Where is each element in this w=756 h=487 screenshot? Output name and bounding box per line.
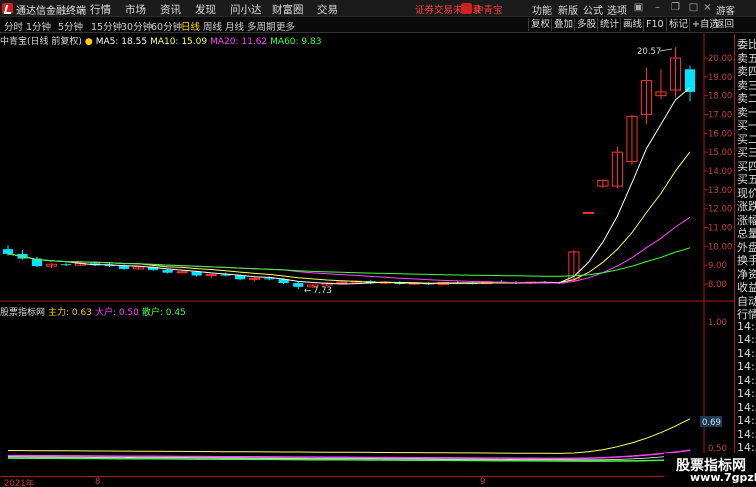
date-year-label: 2021年 — [4, 479, 35, 487]
indicator-info-line: 股票指标网 主力: 0.63 大户: 0.50 散户: 0.45 — [0, 305, 189, 318]
candle-body — [60, 264, 72, 266]
candle-body — [336, 281, 348, 284]
side-panel-item: 14:5 — [737, 346, 756, 360]
candle-body — [2, 249, 14, 254]
indicator-current-value: 0.69 — [702, 418, 721, 428]
high-arrow-icon — [659, 48, 673, 52]
price-tick-label: 18.00 — [708, 92, 732, 102]
ma60-line — [7, 247, 691, 277]
price-tick-label: 9.00 — [708, 261, 727, 271]
candle-body — [249, 277, 261, 280]
price-tick-label: 8.00 — [708, 280, 727, 290]
indicator-title: 股票指标网 — [0, 308, 46, 318]
price-tick-label: 15.00 — [708, 148, 732, 158]
candle-body — [176, 271, 188, 274]
candle-body — [264, 278, 275, 280]
price-tick-label: 17.00 — [708, 111, 732, 121]
candle-body — [119, 266, 130, 269]
date-month-9: 9 — [480, 477, 486, 487]
candle-body — [582, 211, 595, 214]
candle-body — [205, 274, 217, 277]
side-panel-item: 14:5 — [737, 373, 756, 387]
price-tick-label: 12.00 — [708, 205, 732, 215]
watermark-url: www.7gpzb.com — [690, 471, 756, 484]
main-force-line — [7, 418, 691, 454]
main-force-label: 主力: 0.63 — [48, 308, 92, 318]
side-panel-item: 14:5 — [737, 400, 756, 414]
price-tick-label: 14.00 — [708, 167, 732, 177]
price-tick-label: 19.00 — [708, 73, 732, 83]
side-panel-item: 14:5 — [737, 333, 756, 346]
date-axis — [0, 476, 734, 487]
retail-label: 散户: 0.45 — [141, 308, 186, 318]
candle-body — [684, 69, 696, 92]
low-arrow-icon: ← — [304, 286, 311, 296]
high-annotation: 20.57 — [637, 47, 661, 57]
price-tick-label: 13.00 — [708, 186, 732, 196]
kline-chart[interactable]: 20.00 19.00 18.00 17.00 16.00 15.00 14.00 13.00… — [0, 0, 734, 476]
side-panel-item: 14:5 — [737, 427, 756, 441]
candle-body — [293, 283, 304, 287]
side-panel-item: 14:5 — [737, 319, 756, 333]
price-tick-label: 16.00 — [708, 129, 732, 139]
side-panel-item: 14:5 — [737, 360, 756, 373]
indicator-tick-label: 1.00 — [708, 318, 727, 328]
quote-side-panel[interactable]: 委比 卖五 卖四 卖三 卖二 卖一 买一 买二 买三 买四 买五 现价 涨跌 涨幅 总量 外盘 换手 净资 收益 自动… — [734, 34, 756, 487]
price-tick-label: 11.00 — [708, 224, 732, 234]
side-panel-item: 14:5 — [737, 414, 756, 427]
date-month-8: 8 — [95, 477, 101, 487]
big-holder-label: 大户: 0.50 — [94, 308, 139, 318]
side-panel-item: 14:5 — [737, 387, 756, 400]
candle-body — [162, 269, 173, 273]
price-tick-label: 10.00 — [708, 242, 732, 252]
ma5-line — [7, 87, 691, 285]
low-annotation: 7.73 — [313, 286, 332, 296]
candle-body — [191, 271, 202, 276]
price-tick-label: 20.00 — [708, 54, 732, 64]
